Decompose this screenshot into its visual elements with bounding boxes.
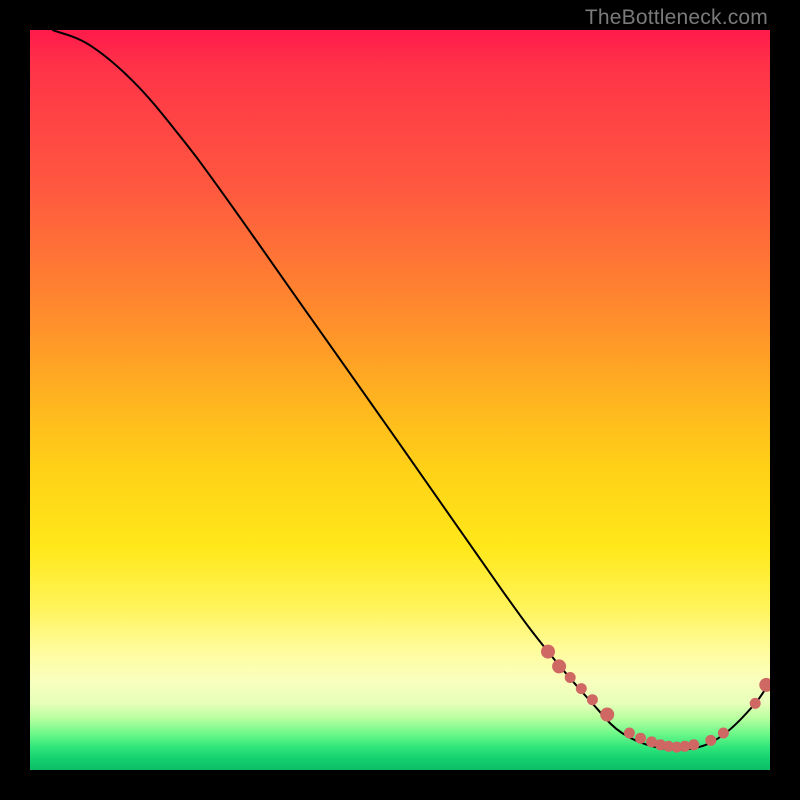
watermark-text: TheBottleneck.com	[585, 6, 768, 30]
bottleneck-chart	[30, 30, 770, 770]
chart-background-gradient	[30, 30, 770, 770]
